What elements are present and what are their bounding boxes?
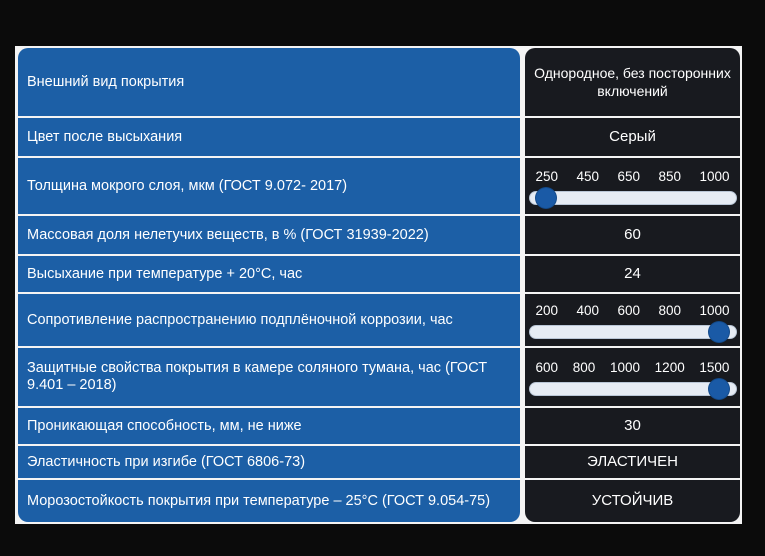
- label-salt-fog: Защитные свойства покрытия в камере соля…: [18, 348, 520, 408]
- label-wet-thickness: Толщина мокрого слоя, мкм (ГОСТ 9.072- 2…: [18, 158, 520, 216]
- slider-track[interactable]: [528, 321, 737, 342]
- wet-thickness-slider: 250 450 650 850 1000: [525, 158, 740, 216]
- value-color: Серый: [525, 118, 740, 158]
- slider-track[interactable]: [528, 378, 737, 399]
- tick-label: 450: [576, 168, 600, 184]
- tick-label: 850: [658, 168, 681, 184]
- tick-label: 1000: [699, 168, 730, 184]
- tick-label: 600: [535, 359, 559, 375]
- label-frost-resistance: Морозостойкость покрытия при температуре…: [27, 492, 491, 509]
- value-frost-resistance: УСТОЙЧИВ: [591, 492, 674, 509]
- value-drying: 24: [525, 256, 740, 294]
- label-corrosion-resistance: Сопротивление распространению подплёночн…: [18, 294, 520, 348]
- tick-label: 800: [658, 302, 681, 318]
- property-values-column: Однородное, без посторонних включений Се…: [525, 48, 740, 522]
- slider-ticks: 250 450 650 850 1000: [533, 168, 733, 186]
- slider-ticks: 200 400 600 800 1000: [533, 302, 733, 320]
- tick-label: 800: [572, 359, 596, 375]
- value-elasticity: ЭЛАСТИЧЕН: [525, 446, 740, 480]
- tick-label: 600: [617, 302, 640, 318]
- value-penetration: 30: [525, 408, 740, 446]
- label-appearance: Внешний вид покрытия: [18, 48, 520, 118]
- slider-handle[interactable]: [535, 187, 556, 208]
- properties-table: Внешний вид покрытия Цвет после высыхани…: [15, 46, 742, 524]
- label-nonvolatile: Массовая доля нелетучих веществ, в % (ГО…: [18, 216, 520, 256]
- tick-label: 1200: [654, 359, 685, 375]
- corrosion-resistance-slider: 200 400 600 800 1000: [525, 294, 740, 348]
- label-elasticity: Эластичность при изгибе (ГОСТ 6806-73): [18, 446, 520, 480]
- label-color: Цвет после высыхания: [18, 118, 520, 158]
- tick-label: 1000: [699, 302, 730, 318]
- tick-label: 1500: [699, 359, 730, 375]
- slider-handle[interactable]: [709, 378, 730, 399]
- label-penetration: Проникающая способность, мм, не ниже: [18, 408, 520, 446]
- slider-ticks: 600 800 1000 1200 1500: [533, 359, 733, 377]
- slider-track[interactable]: [528, 187, 737, 208]
- tick-label: 400: [576, 302, 600, 318]
- tick-label: 650: [617, 168, 640, 184]
- label-drying: Высыхание при температуре + 20°С, час: [18, 256, 520, 294]
- tick-label: 200: [535, 302, 559, 318]
- slider-handle[interactable]: [709, 321, 730, 342]
- property-labels-column: Внешний вид покрытия Цвет после высыхани…: [18, 48, 520, 522]
- salt-fog-slider: 600 800 1000 1200 1500: [525, 348, 740, 408]
- value-appearance: Однородное, без посторонних включений: [525, 48, 740, 118]
- tick-label: 1000: [609, 359, 640, 375]
- tick-label: 250: [535, 168, 559, 184]
- value-nonvolatile: 60: [525, 216, 740, 256]
